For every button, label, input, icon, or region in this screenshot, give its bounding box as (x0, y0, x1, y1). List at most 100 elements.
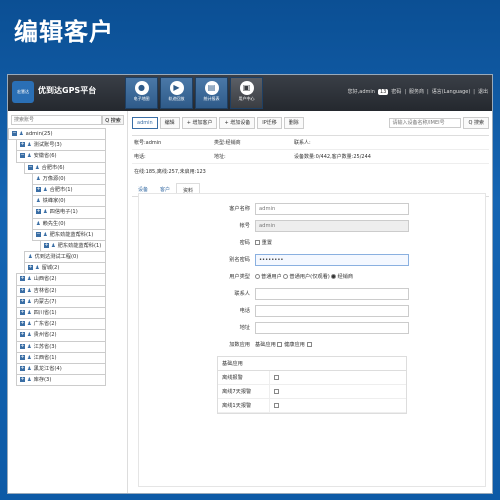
delete-button[interactable]: 删除 (283, 117, 304, 129)
customer-name-input[interactable]: admin (255, 202, 409, 215)
profile-form: 客户名称 admin 帐号 admin 密码 重置 别名密码 •••••••• … (138, 193, 486, 487)
contact-input[interactable] (255, 287, 409, 300)
tree-item-label: 合肥市(6) (41, 164, 65, 171)
user-icon: ♟ (27, 153, 32, 160)
expand-icon[interactable]: + (20, 377, 25, 383)
base-app-checkbox[interactable] (274, 403, 279, 408)
add-device-button[interactable]: + 增加设备 (219, 117, 256, 129)
base-apps-panel: 基础应用 离线报警 离线7天报警 离线1天报警 (217, 356, 407, 414)
user-type-radios: 普通用户 普通用户(仅观看) 经销商 (255, 273, 353, 280)
radio-normal-label: 普通用户 (261, 274, 282, 280)
user-icon: ♟ (35, 164, 40, 171)
banner-title: 编辑客户 (14, 18, 114, 46)
top-links: 您好,admin 13 密码 | 服务商 | 语言(Language) | 退出 (347, 88, 488, 95)
user-icon: ♟ (43, 231, 48, 238)
expand-icon[interactable]: + (20, 332, 25, 338)
expand-icon[interactable]: + (20, 310, 25, 315)
tree-item-label: 肥东劲能蓝帮科(1) (57, 242, 102, 249)
collapse-icon[interactable]: − (12, 131, 17, 136)
expand-icon[interactable]: + (36, 186, 41, 192)
tree-item-label: 四信电子(1) (49, 209, 78, 216)
tree-item-label: 山西省(2) (33, 276, 57, 283)
info-phone: 电话: (134, 154, 146, 160)
account-search-button[interactable]: Q 搜索 (102, 115, 124, 125)
reset-checkbox[interactable] (255, 240, 260, 245)
tree-item-label: 合肥市(1) (49, 186, 73, 193)
toolbar: admin 编辑 + 增加客户 + 增加设备 IP迁移 删除 Q 搜索 (132, 117, 489, 129)
edit-button[interactable]: 编辑 (159, 117, 180, 129)
account-search-input[interactable] (11, 115, 102, 125)
radio-normal[interactable] (255, 274, 260, 279)
label-user-type: 用户类型 (229, 274, 250, 280)
ip-migrate-button[interactable]: IP迁移 (257, 117, 282, 129)
expand-icon[interactable]: + (20, 354, 25, 360)
expand-icon[interactable]: + (20, 276, 25, 282)
nav-label: 轨迹回放 (168, 96, 185, 101)
collapse-icon[interactable]: − (28, 164, 33, 170)
sidebar: Q 搜索 −♟admin(25)+♟测试账号(3)−♟安徽省(6)−♟合肥市(6… (8, 111, 128, 493)
info-contact: 联系人: (294, 140, 311, 146)
user-icon: ♟ (51, 242, 56, 249)
label-password: 密码 (239, 240, 250, 246)
device-search-input[interactable] (389, 118, 462, 128)
link-language[interactable]: 语言(Language) (432, 88, 471, 95)
radio-viewer[interactable] (283, 274, 289, 279)
base-app-label: 离线报警 (218, 371, 270, 384)
add-customer-button[interactable]: + 增加客户 (181, 117, 218, 129)
extra-app-base-checkbox[interactable] (277, 342, 283, 347)
tree-item-label: 四川省(1) (33, 310, 57, 316)
info-account: 帐号:admin (134, 140, 162, 146)
user-icon: ♟ (28, 254, 33, 261)
app-window: 宏慧达 优到达GPS平台 ● 电子地图 ▶ 轨迹回放 ▤ 统计报表 ▣ 用户中心 您好,adm… (7, 74, 493, 494)
password-reset[interactable]: 重置 (255, 239, 272, 246)
play-icon: ▶ (169, 81, 184, 95)
base-app-label: 离线7天报警 (218, 385, 270, 398)
admin-button[interactable]: admin (132, 117, 158, 129)
address-input[interactable] (255, 321, 409, 334)
nav-play[interactable]: ▶ 轨迹回放 (160, 77, 193, 109)
alias-password-input[interactable]: •••••••• (255, 253, 409, 266)
tree-item-label: 吉林省(2) (33, 287, 57, 294)
tree-item-label: 贵州省(2) (33, 332, 57, 339)
collapse-icon[interactable]: − (20, 153, 25, 159)
device-search-button[interactable]: Q 搜索 (463, 117, 489, 129)
expand-icon[interactable]: + (28, 265, 33, 271)
link-logout[interactable]: 退出 (478, 88, 488, 95)
base-app-checkbox[interactable] (274, 375, 279, 380)
tree-item-label: 江苏省(3) (33, 343, 57, 350)
radio-dealer[interactable] (331, 274, 337, 279)
base-app-checkbox[interactable] (274, 389, 279, 394)
expand-icon[interactable]: + (36, 209, 41, 215)
phone-input[interactable] (255, 304, 409, 317)
message-count-badge[interactable]: 13 (377, 88, 389, 95)
user-icon: ♟ (27, 276, 32, 283)
user-icon: ♟ (27, 377, 32, 384)
nav-map-pin[interactable]: ● 电子地图 (125, 77, 158, 109)
nav-report[interactable]: ▤ 统计报表 (195, 77, 228, 109)
radio-dealer-label: 经销商 (337, 274, 354, 280)
tree-item[interactable]: + ♟ 肥东劲能蓝帮科(1) (40, 239, 106, 253)
expand-icon[interactable]: + (20, 142, 25, 148)
expand-icon[interactable]: + (20, 298, 25, 304)
tree-item-label: 广东省(2) (33, 321, 57, 328)
label-extra-apps: 加数应用 (229, 342, 250, 348)
link-provider[interactable]: 服务商 (409, 88, 424, 95)
tree-item-label: 赖先生(0) (42, 220, 66, 227)
label-alias: 别名密码 (229, 257, 250, 263)
expand-icon[interactable]: + (20, 343, 25, 349)
map-pin-icon: ● (134, 81, 149, 95)
extra-app-health-checkbox[interactable] (306, 342, 312, 347)
top-bar: 宏慧达 优到达GPS平台 ● 电子地图 ▶ 轨迹回放 ▤ 统计报表 ▣ 用户中心 您好,adm… (8, 75, 492, 111)
nav-label: 用户中心 (238, 96, 255, 101)
tree-item-label: 万像源(0) (42, 175, 66, 182)
tree-item-label: admin(25) (25, 131, 53, 137)
collapse-icon[interactable]: − (36, 231, 41, 237)
link-password[interactable]: 密码 (391, 88, 401, 95)
expand-icon[interactable]: + (44, 242, 49, 248)
expand-icon[interactable]: + (20, 365, 25, 371)
nav-user[interactable]: ▣ 用户中心 (230, 77, 263, 109)
user-icon: ♟ (36, 220, 41, 227)
expand-icon[interactable]: + (20, 287, 25, 293)
expand-icon[interactable]: + (20, 321, 25, 327)
tree-item[interactable]: + ♟ 库存(3) (16, 374, 106, 387)
